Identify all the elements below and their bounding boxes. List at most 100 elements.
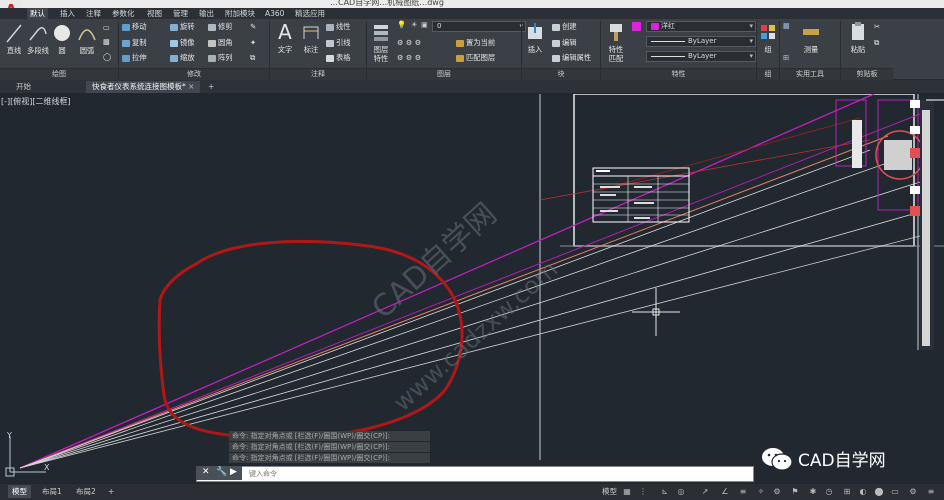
tab-manage[interactable]: 管理 [170,8,191,19]
circle-tool[interactable]: 圆 [52,22,72,56]
close-icon[interactable]: × [188,82,194,91]
panel-clipboard-title[interactable]: 剪贴板 [841,68,893,80]
snap-icon[interactable]: ⋮ [638,487,648,496]
layer-properties-tool[interactable]: 图层特性 [369,21,393,63]
tab-view[interactable]: 视图 [144,8,165,19]
lightbulb-icon[interactable]: 💡 [397,20,406,29]
panel-utilities-title[interactable]: 实用工具 [780,68,840,80]
annotation-scale-icon[interactable]: ✧ [756,487,766,496]
lineweight-icon[interactable]: ≡ [738,487,748,496]
group-tool[interactable]: 组 [759,21,777,55]
line-tool[interactable]: 直线 [3,22,25,56]
command-input[interactable] [247,468,751,480]
isolate-icon[interactable]: ◐ [858,487,868,496]
match-layer-tool[interactable]: 匹配图层 [456,53,495,63]
rectangle-icon[interactable]: ▭ [103,23,110,32]
create-block-tool[interactable]: 创建 [552,22,577,32]
dimension-tool[interactable]: 标注 [299,21,323,55]
rotate-tool[interactable]: 旋转 [170,22,195,32]
ortho-icon[interactable]: ⊾ [660,487,670,496]
insert-block-tool[interactable]: 插入 [524,21,546,55]
workspace-icon[interactable]: ⚙ [772,487,782,496]
tab-addins[interactable]: 附加模块 [222,8,258,19]
offset-icon[interactable]: ⧉ [250,53,255,63]
tab-default[interactable]: 默认 [27,8,48,19]
panel-layers-title[interactable]: 图层 [367,68,521,80]
layer-tools-row-2[interactable]: ⚙ ⚙ ⚙ [397,53,421,62]
polyline-tool[interactable]: 多段线 [25,22,51,56]
command-line[interactable] [196,466,754,482]
trim-tool[interactable]: 修剪 [208,22,233,32]
model-space-toggle[interactable]: 模型 [598,485,621,498]
layout-tab-model[interactable]: 模型 [8,485,31,498]
osnap-icon[interactable]: ↗ [700,487,710,496]
scale-tool[interactable]: 缩放 [170,53,195,63]
measure-tool[interactable]: 测量 [799,21,823,55]
layer-dropdown[interactable]: 0 ▾ [432,21,526,32]
new-tab-button[interactable]: + [202,81,220,93]
tab-featured-apps[interactable]: 精选应用 [292,8,328,19]
grid-icon[interactable]: ▦ [622,487,632,496]
quick-properties-icon[interactable]: ⊞ [842,487,852,496]
edit-block-tool[interactable]: 编辑 [552,38,577,48]
layer-tools-row-1[interactable]: ⚙ ⚙ ⚙ [397,38,421,47]
sun-icon[interactable]: ☀ [411,20,418,29]
table-tool[interactable]: 表格 [326,53,351,63]
hardware-acceleration-icon[interactable]: ⬤ [874,487,884,496]
copy-clip-icon[interactable]: ⧉ [874,38,879,48]
panel-groups-title[interactable]: 组 [757,68,779,80]
panel-block-title[interactable]: 块 [522,68,600,80]
settings-icon[interactable]: ⚙ [908,487,918,496]
units-icon[interactable]: ◷ [824,487,834,496]
array-tool[interactable]: 阵列 [208,53,233,63]
hatch-icon[interactable]: ▩ [103,37,110,46]
paste-tool[interactable]: 粘贴 [846,21,870,55]
linetype-dropdown[interactable]: ByLayer ▾ [646,36,756,47]
annotation-visibility-icon[interactable]: ⚑ [790,487,800,496]
match-properties-tool[interactable]: 特性匹配 [604,21,628,63]
color-dropdown[interactable]: 洋红 ▾ [646,21,756,32]
add-layout-icon[interactable]: + [104,485,118,498]
panel-modify-title[interactable]: 修改 [119,68,269,80]
tab-output[interactable]: 输出 [196,8,217,19]
quick-select-icon[interactable]: ⊞ [783,53,789,62]
copy-tool[interactable]: 复制 [122,38,147,48]
linear-dimension-tool[interactable]: 线性 [326,22,351,32]
panel-properties-title[interactable]: 特性 [601,68,756,80]
customize-icon[interactable]: ≡ [926,487,936,496]
layout-tab-2[interactable]: 布局2 [72,485,100,498]
layout-tab-1[interactable]: 布局1 [38,485,66,498]
clean-screen-icon[interactable]: ▭ [890,487,900,496]
panel-annotation-title[interactable]: 注释 [270,68,366,80]
move-tool[interactable]: 移动 [122,22,147,32]
explode-icon[interactable]: ✦ [250,38,256,47]
edit-attributes-tool[interactable]: 编辑属性 [552,53,591,63]
lineweight-dropdown[interactable]: ByLayer ▾ [646,51,756,62]
tab-drawing[interactable]: 快食者仪表系统连接图模板* × [86,81,201,93]
drawing-canvas[interactable]: Y X CAD自学网 www.cadzxw.com [0,94,944,484]
cut-icon[interactable]: ✂ [874,22,880,31]
arc-tool[interactable]: 圆弧 [75,22,99,56]
command-prompt-icon[interactable]: ▶ [230,467,237,477]
polar-icon[interactable]: ◎ [676,487,686,496]
stretch-tool[interactable]: 拉伸 [122,53,147,63]
calculator-icon[interactable]: ▦ [783,21,790,30]
ellipse-icon[interactable]: ◯ [103,52,111,61]
mirror-tool[interactable]: 镜像 [170,38,195,48]
fillet-tool[interactable]: 圆角 [208,38,233,48]
make-current-tool[interactable]: 置为当前 [456,38,495,48]
otrack-icon[interactable]: ∠ [720,487,730,496]
tab-start[interactable]: 开始 [10,81,37,93]
leader-tool[interactable]: 引线 [326,38,351,48]
close-icon[interactable]: ✕ [202,467,210,477]
annotation-autoscale-icon[interactable]: ✱ [808,487,818,496]
tab-a360[interactable]: A360 [262,8,287,19]
lock-icon[interactable]: ▣ [421,20,428,29]
viewport-controls-label[interactable]: [-][俯视][二维线框] [1,96,71,107]
panel-draw-title[interactable]: 绘图 [0,68,118,80]
tab-insert[interactable]: 插入 [57,8,78,19]
erase-icon[interactable]: ✎ [250,22,256,31]
tab-annotate[interactable]: 注释 [83,8,104,19]
tab-parametric[interactable]: 参数化 [109,8,138,19]
wrench-icon[interactable]: 🔧 [216,467,227,477]
